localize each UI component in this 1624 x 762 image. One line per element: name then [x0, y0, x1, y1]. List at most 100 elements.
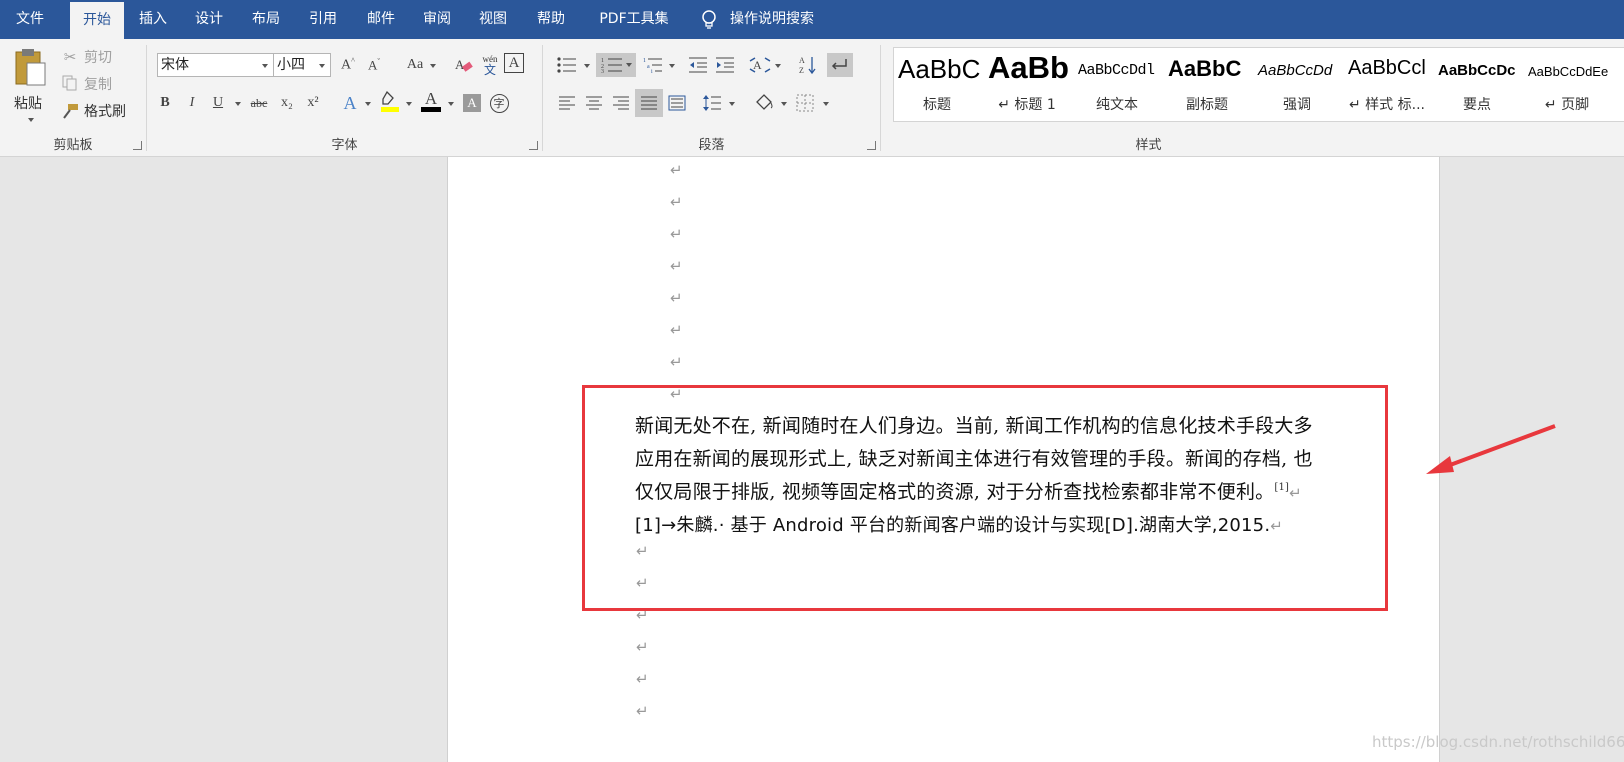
style-preview: AaBbCcl: [1348, 57, 1426, 79]
format-painter-button[interactable]: 格式刷: [58, 100, 144, 122]
superscript-icon: x²: [307, 95, 319, 110]
align-right-button[interactable]: [609, 91, 633, 115]
tab-help[interactable]: 帮助: [526, 0, 576, 39]
line-spacing-button[interactable]: [700, 91, 724, 115]
tab-mailings[interactable]: 邮件: [356, 0, 406, 39]
increase-indent-button[interactable]: [713, 53, 737, 77]
tab-review[interactable]: 审阅: [412, 0, 462, 39]
cut-label: 剪切: [84, 50, 112, 66]
italic-icon: I: [189, 95, 195, 110]
chevron-down-icon: [625, 63, 632, 67]
tab-file[interactable]: 文件: [0, 0, 60, 39]
paragraph-mark: ↵: [670, 193, 683, 211]
style-name: 副标题: [1186, 97, 1228, 113]
font-group: 宋体 小四 A^ Aˇ Aa A wén 文 A B I U abc x₂ x²…: [147, 39, 542, 156]
change-case-icon: Aa: [406, 57, 424, 72]
subscript-button[interactable]: x₂: [275, 91, 299, 115]
shrink-font-button[interactable]: Aˇ: [362, 53, 386, 77]
copy-button[interactable]: 复制: [58, 73, 138, 95]
annotation-arrow-icon: [1426, 424, 1556, 474]
paragraph-group: 123 1ai A A Z 段落: [543, 39, 880, 156]
show-paragraph-marks-button[interactable]: [827, 53, 853, 77]
paint-bucket-icon: [756, 94, 773, 110]
shading-button[interactable]: [753, 91, 777, 115]
tab-design[interactable]: 设计: [184, 0, 234, 39]
text-effects-button[interactable]: A: [338, 91, 362, 115]
style-title[interactable]: AaBbC 标题: [894, 48, 980, 121]
paragraph-mark: ↵: [670, 225, 683, 243]
style-subtitle[interactable]: AaBbC 副标题: [1164, 48, 1250, 121]
tab-references[interactable]: 引用: [298, 0, 348, 39]
style-plain-text[interactable]: AaBbCcDdl 纯文本: [1074, 48, 1160, 121]
chevron-down-icon: [365, 102, 371, 106]
tab-insert[interactable]: 插入: [128, 0, 178, 39]
style-emphasis[interactable]: AaBbCcDd 强调: [1254, 48, 1340, 121]
clear-formatting-button[interactable]: A: [452, 53, 476, 77]
font-color-button[interactable]: A: [419, 89, 443, 113]
justify-icon: [641, 96, 657, 110]
grow-font-button[interactable]: A^: [336, 53, 360, 77]
highlight-button[interactable]: [378, 89, 402, 113]
superscript-button[interactable]: x²: [301, 91, 325, 115]
font-launcher-icon[interactable]: [529, 141, 538, 150]
underline-icon: U: [212, 95, 224, 110]
tab-home[interactable]: 开始: [70, 2, 124, 39]
annotation-highlight-box: [582, 385, 1388, 611]
character-border-button[interactable]: A: [504, 53, 524, 73]
grow-font-icon: A^: [341, 56, 355, 73]
italic-button[interactable]: I: [180, 91, 204, 115]
svg-text:A: A: [799, 56, 805, 65]
align-center-icon: [586, 96, 602, 110]
phonetic-guide-button[interactable]: wén 文: [478, 53, 502, 77]
align-left-button[interactable]: [555, 91, 579, 115]
style-custom[interactable]: AaBbCcl ↵ 样式 标...: [1344, 48, 1430, 121]
font-size-combo[interactable]: 小四: [273, 53, 331, 77]
style-name: 标题: [923, 97, 951, 113]
align-center-button[interactable]: [582, 91, 606, 115]
paste-button[interactable]: 粘贴: [8, 45, 52, 125]
svg-text:a: a: [647, 64, 650, 70]
highlight-color-swatch: [381, 107, 399, 112]
style-footer[interactable]: AaBbCcDdEe ↵ 页脚: [1524, 48, 1624, 121]
character-shading-button[interactable]: A: [463, 94, 481, 112]
shrink-font-icon: Aˇ: [367, 56, 381, 73]
chinese-layout-button[interactable]: A: [748, 53, 772, 77]
numbering-button[interactable]: 123: [596, 53, 636, 77]
style-preview: AaBbCcDd: [1258, 62, 1333, 79]
change-case-button[interactable]: Aa: [400, 53, 430, 77]
numbered-list-icon: 123: [601, 58, 622, 73]
multilevel-list-button[interactable]: 1ai: [641, 53, 665, 77]
styles-group-label: 样式: [1135, 138, 1162, 153]
tab-pdf-tools[interactable]: PDF工具集: [586, 0, 682, 39]
watermark: https://blog.csdn.net/rothschild666: [1372, 733, 1624, 751]
style-preview: AaBbC: [898, 54, 980, 84]
tab-layout[interactable]: 布局: [241, 0, 291, 39]
tab-view[interactable]: 视图: [468, 0, 518, 39]
font-name-combo[interactable]: 宋体: [157, 53, 274, 77]
style-strong[interactable]: AaBbCcDc 要点: [1434, 48, 1520, 121]
paragraph-mark: ↵: [670, 161, 683, 179]
borders-button[interactable]: [793, 91, 817, 115]
style-name: ↵ 页脚: [1544, 97, 1590, 113]
bullets-button[interactable]: [555, 53, 579, 77]
cut-button[interactable]: ✂ 剪切: [58, 46, 138, 68]
tell-me-search[interactable]: 操作说明搜索: [700, 0, 814, 39]
clipboard-launcher-icon[interactable]: [133, 141, 142, 150]
paste-label: 粘贴: [14, 96, 42, 112]
format-painter-label: 格式刷: [84, 104, 126, 120]
paragraph-launcher-icon[interactable]: [867, 141, 876, 150]
font-color-swatch-shape: [421, 107, 441, 112]
justify-button[interactable]: [635, 89, 663, 117]
enclose-char: 字: [493, 98, 505, 110]
chevron-down-icon: [319, 64, 325, 68]
enclose-characters-button[interactable]: 字: [487, 91, 511, 115]
underline-button[interactable]: U: [206, 91, 230, 115]
bold-button[interactable]: B: [153, 91, 177, 115]
decrease-indent-button[interactable]: [686, 53, 710, 77]
chevron-down-icon: [262, 64, 268, 68]
sort-button[interactable]: AZ: [796, 53, 820, 77]
strikethrough-button[interactable]: abc: [245, 91, 273, 115]
style-name: ↵ 样式 标...: [1349, 97, 1425, 113]
distributed-button[interactable]: [665, 91, 689, 115]
style-heading-1[interactable]: AaBb ↵ 标题 1: [984, 48, 1070, 121]
